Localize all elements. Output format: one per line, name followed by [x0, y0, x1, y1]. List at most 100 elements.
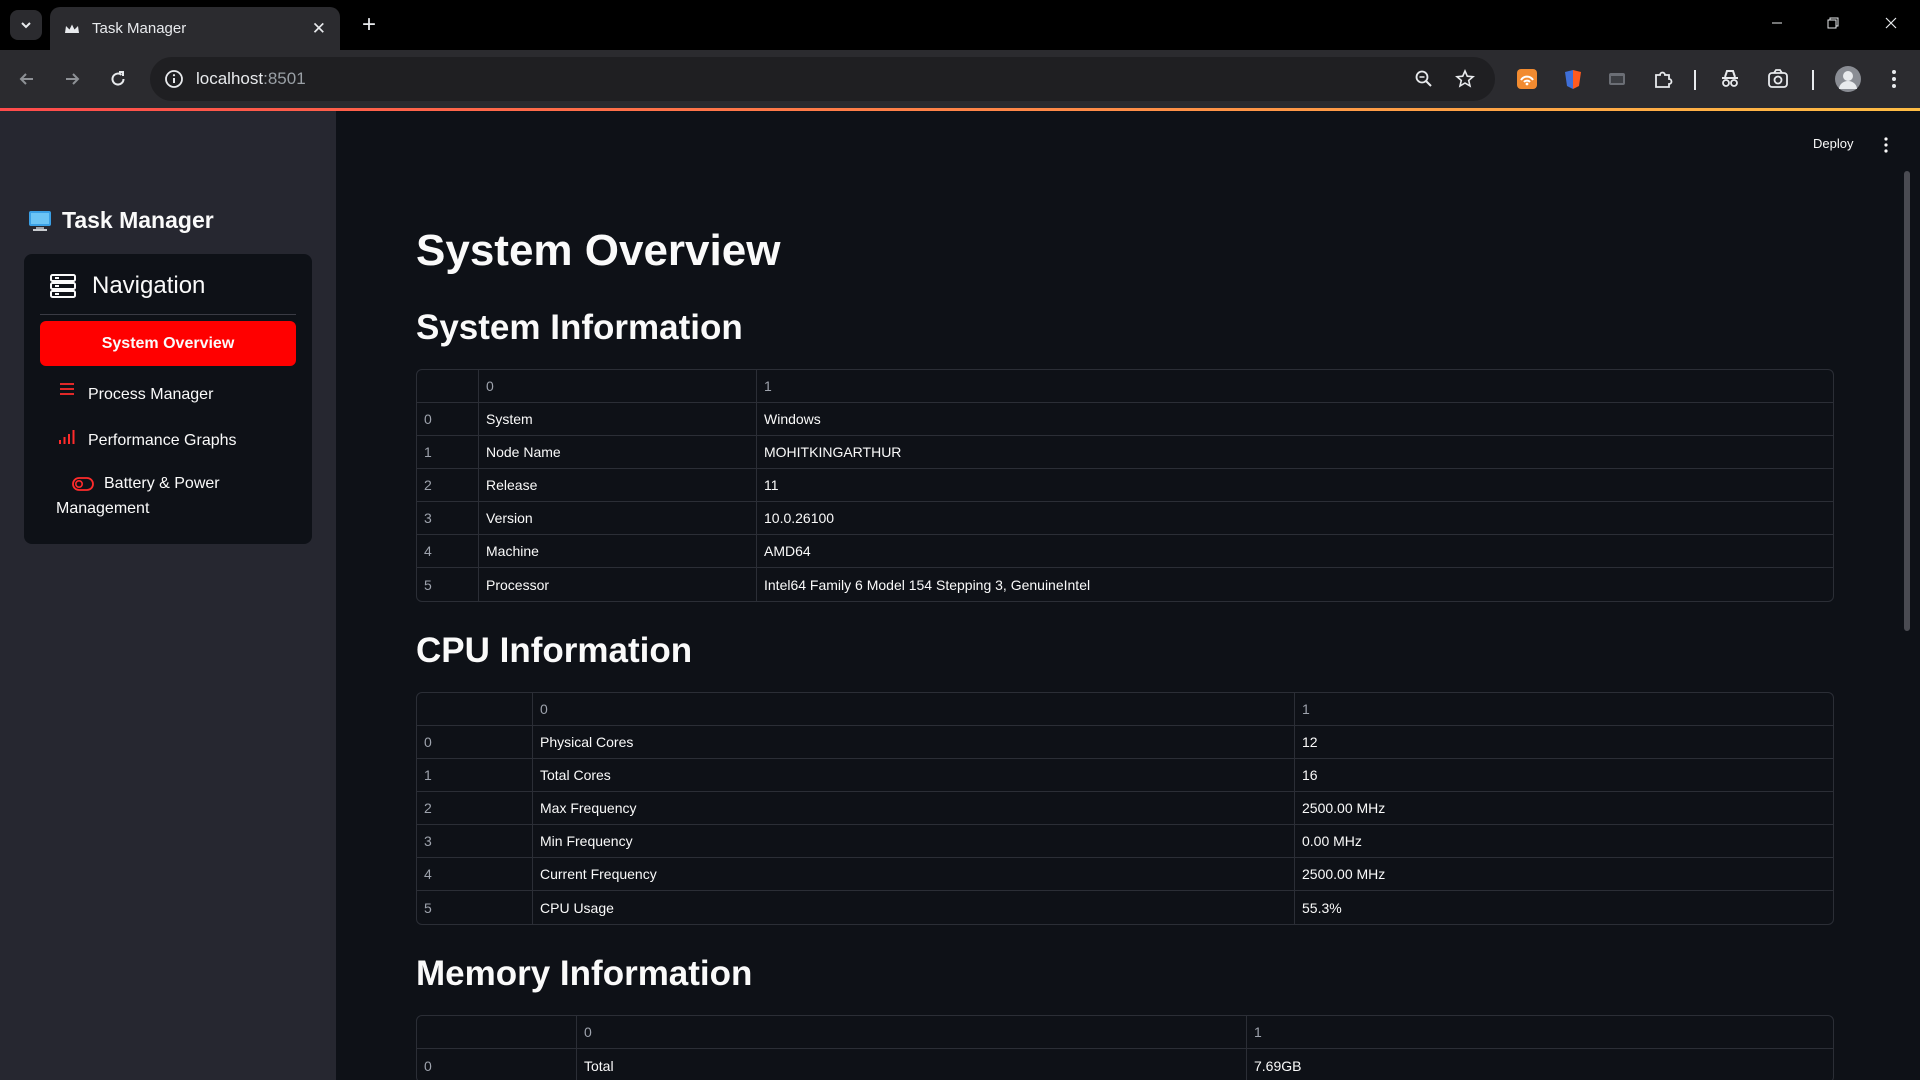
deploy-button[interactable]: Deploy: [1813, 136, 1853, 151]
menu-list-icon: [50, 274, 76, 298]
crown-icon: [64, 21, 80, 37]
nav-item-process-manager[interactable]: Process Manager: [40, 382, 296, 407]
minimize-button[interactable]: [1754, 8, 1800, 38]
table-row: 4 Machine AMD64: [417, 535, 1833, 568]
table-row: 3 Min Frequency 0.00 MHz: [417, 825, 1833, 858]
navigation-header: Navigation: [50, 272, 205, 300]
new-tab-button[interactable]: +: [354, 10, 384, 40]
incognito-icon[interactable]: [1718, 67, 1742, 91]
forward-button[interactable]: [55, 62, 89, 96]
table-cell: 10.0.26100: [764, 510, 835, 526]
row-index: 3: [417, 502, 479, 534]
table-cell: 55.3%: [1302, 899, 1342, 916]
main-content: Deploy System Overview System Informatio…: [336, 111, 1920, 1080]
nav-item-label: Process Manager: [88, 386, 214, 403]
cpu-info-table[interactable]: 0 1 0 Physical Cores 12 1 Total Cores 16…: [416, 692, 1834, 925]
nav-item-battery-power[interactable]: Battery & Power Management: [40, 471, 296, 521]
row-index: 0: [417, 726, 533, 758]
table-cell: Release: [479, 469, 757, 501]
profile-avatar[interactable]: [1834, 65, 1862, 93]
zoom-icon[interactable]: [1412, 67, 1436, 91]
arrow-left-icon: [19, 73, 33, 85]
header-cell: [417, 370, 479, 402]
table-cell: Processor: [479, 568, 757, 601]
table-row: 0 System Windows: [417, 403, 1833, 436]
table-cell: Min Frequency: [533, 825, 1295, 857]
main-menu-icon[interactable]: [1878, 135, 1894, 155]
table-cell: 16: [1302, 767, 1318, 783]
restore-button[interactable]: [1810, 8, 1856, 38]
browser-menu-icon[interactable]: [1882, 67, 1906, 91]
header-cell: 1: [1302, 701, 1310, 717]
table-cell: 11: [764, 477, 779, 493]
sidebar: Task Manager Navigation System Overview …: [0, 111, 336, 1080]
restore-icon: [1827, 17, 1839, 29]
header-cell: 1: [764, 378, 772, 394]
browser-toolbar: localhost:8501: [0, 50, 1920, 108]
header-cell: 0: [479, 370, 757, 402]
table-cell: 2500.00 MHz: [1302, 800, 1386, 816]
browser-tab[interactable]: Task Manager ✕: [50, 7, 340, 50]
table-cell: CPU Usage: [533, 891, 1295, 924]
address-bar[interactable]: localhost:8501: [150, 57, 1495, 101]
close-tab-icon[interactable]: ✕: [312, 19, 326, 39]
url-text: localhost:8501: [196, 69, 306, 89]
site-info-icon[interactable]: [162, 67, 186, 91]
back-button[interactable]: [10, 62, 44, 96]
memory-info-table[interactable]: 0 1 0 Total 7.69GB: [416, 1015, 1834, 1080]
table-cell: 2500.00 MHz: [1302, 866, 1386, 882]
close-window-button[interactable]: [1868, 8, 1914, 38]
header-cell: [417, 1016, 577, 1048]
table-header: 0 1: [417, 1016, 1833, 1049]
memory-info-title: Memory Information: [416, 954, 753, 993]
cpu-info-title: CPU Information: [416, 631, 693, 670]
table-cell: System: [479, 403, 757, 435]
chevron-down-icon: [21, 22, 31, 29]
row-index: 1: [417, 436, 479, 468]
row-index: 5: [417, 568, 479, 601]
list-icon: [56, 382, 78, 396]
table-cell: Current Frequency: [533, 858, 1295, 890]
navigation-title: Navigation: [92, 272, 206, 299]
table-cell: MOHITKINGARTHUR: [764, 444, 902, 460]
table-row: 4 Current Frequency 2500.00 MHz: [417, 858, 1833, 891]
computer-icon: [29, 210, 51, 231]
nav-item-performance-graphs[interactable]: Performance Graphs: [40, 428, 296, 453]
header-cell: 0: [577, 1016, 1247, 1048]
rss-extension-icon[interactable]: [1515, 67, 1539, 91]
reload-button[interactable]: [101, 62, 135, 96]
bar-chart-icon: [56, 428, 78, 446]
table-cell: Intel64 Family 6 Model 154 Stepping 3, G…: [764, 576, 1091, 593]
toolbar-separator: [1694, 70, 1696, 90]
row-index: 2: [417, 469, 479, 501]
puzzle-icon[interactable]: [1651, 67, 1675, 91]
close-icon: [1885, 17, 1897, 29]
table-row: 1 Total Cores 16: [417, 759, 1833, 792]
browser-tab-strip: Task Manager ✕ +: [0, 0, 1920, 50]
tab-title: Task Manager: [92, 20, 187, 37]
header-cell: 0: [533, 693, 1295, 725]
row-index: 3: [417, 825, 533, 857]
sidebar-brand: Task Manager: [28, 207, 214, 234]
arrow-right-icon: [66, 73, 80, 85]
table-cell: Total: [577, 1049, 1247, 1080]
nav-item-system-overview[interactable]: System Overview: [40, 321, 296, 366]
window-extension-icon[interactable]: [1605, 67, 1629, 91]
sidebar-brand-title: Task Manager: [62, 207, 214, 233]
main-scrollbar[interactable]: [1904, 171, 1910, 631]
navigation-menu: Navigation System Overview Process Manag…: [24, 254, 312, 544]
brave-extension-icon[interactable]: [1561, 67, 1585, 91]
bookmark-star-icon[interactable]: [1453, 67, 1477, 91]
table-cell: 7.69GB: [1254, 1057, 1302, 1074]
system-info-title: System Information: [416, 308, 743, 347]
system-info-table[interactable]: 0 1 0 System Windows 1 Node Name MOHITKI…: [416, 369, 1834, 602]
nav-item-label: Performance Graphs: [88, 432, 237, 449]
row-index: 4: [417, 535, 479, 567]
table-row: 3 Version 10.0.26100: [417, 502, 1833, 535]
tab-search-button[interactable]: [10, 10, 42, 40]
row-index: 1: [417, 759, 533, 791]
table-cell: AMD64: [764, 543, 811, 559]
screenshot-icon[interactable]: [1766, 67, 1790, 91]
table-cell: Node Name: [479, 436, 757, 468]
table-cell: Machine: [479, 535, 757, 567]
